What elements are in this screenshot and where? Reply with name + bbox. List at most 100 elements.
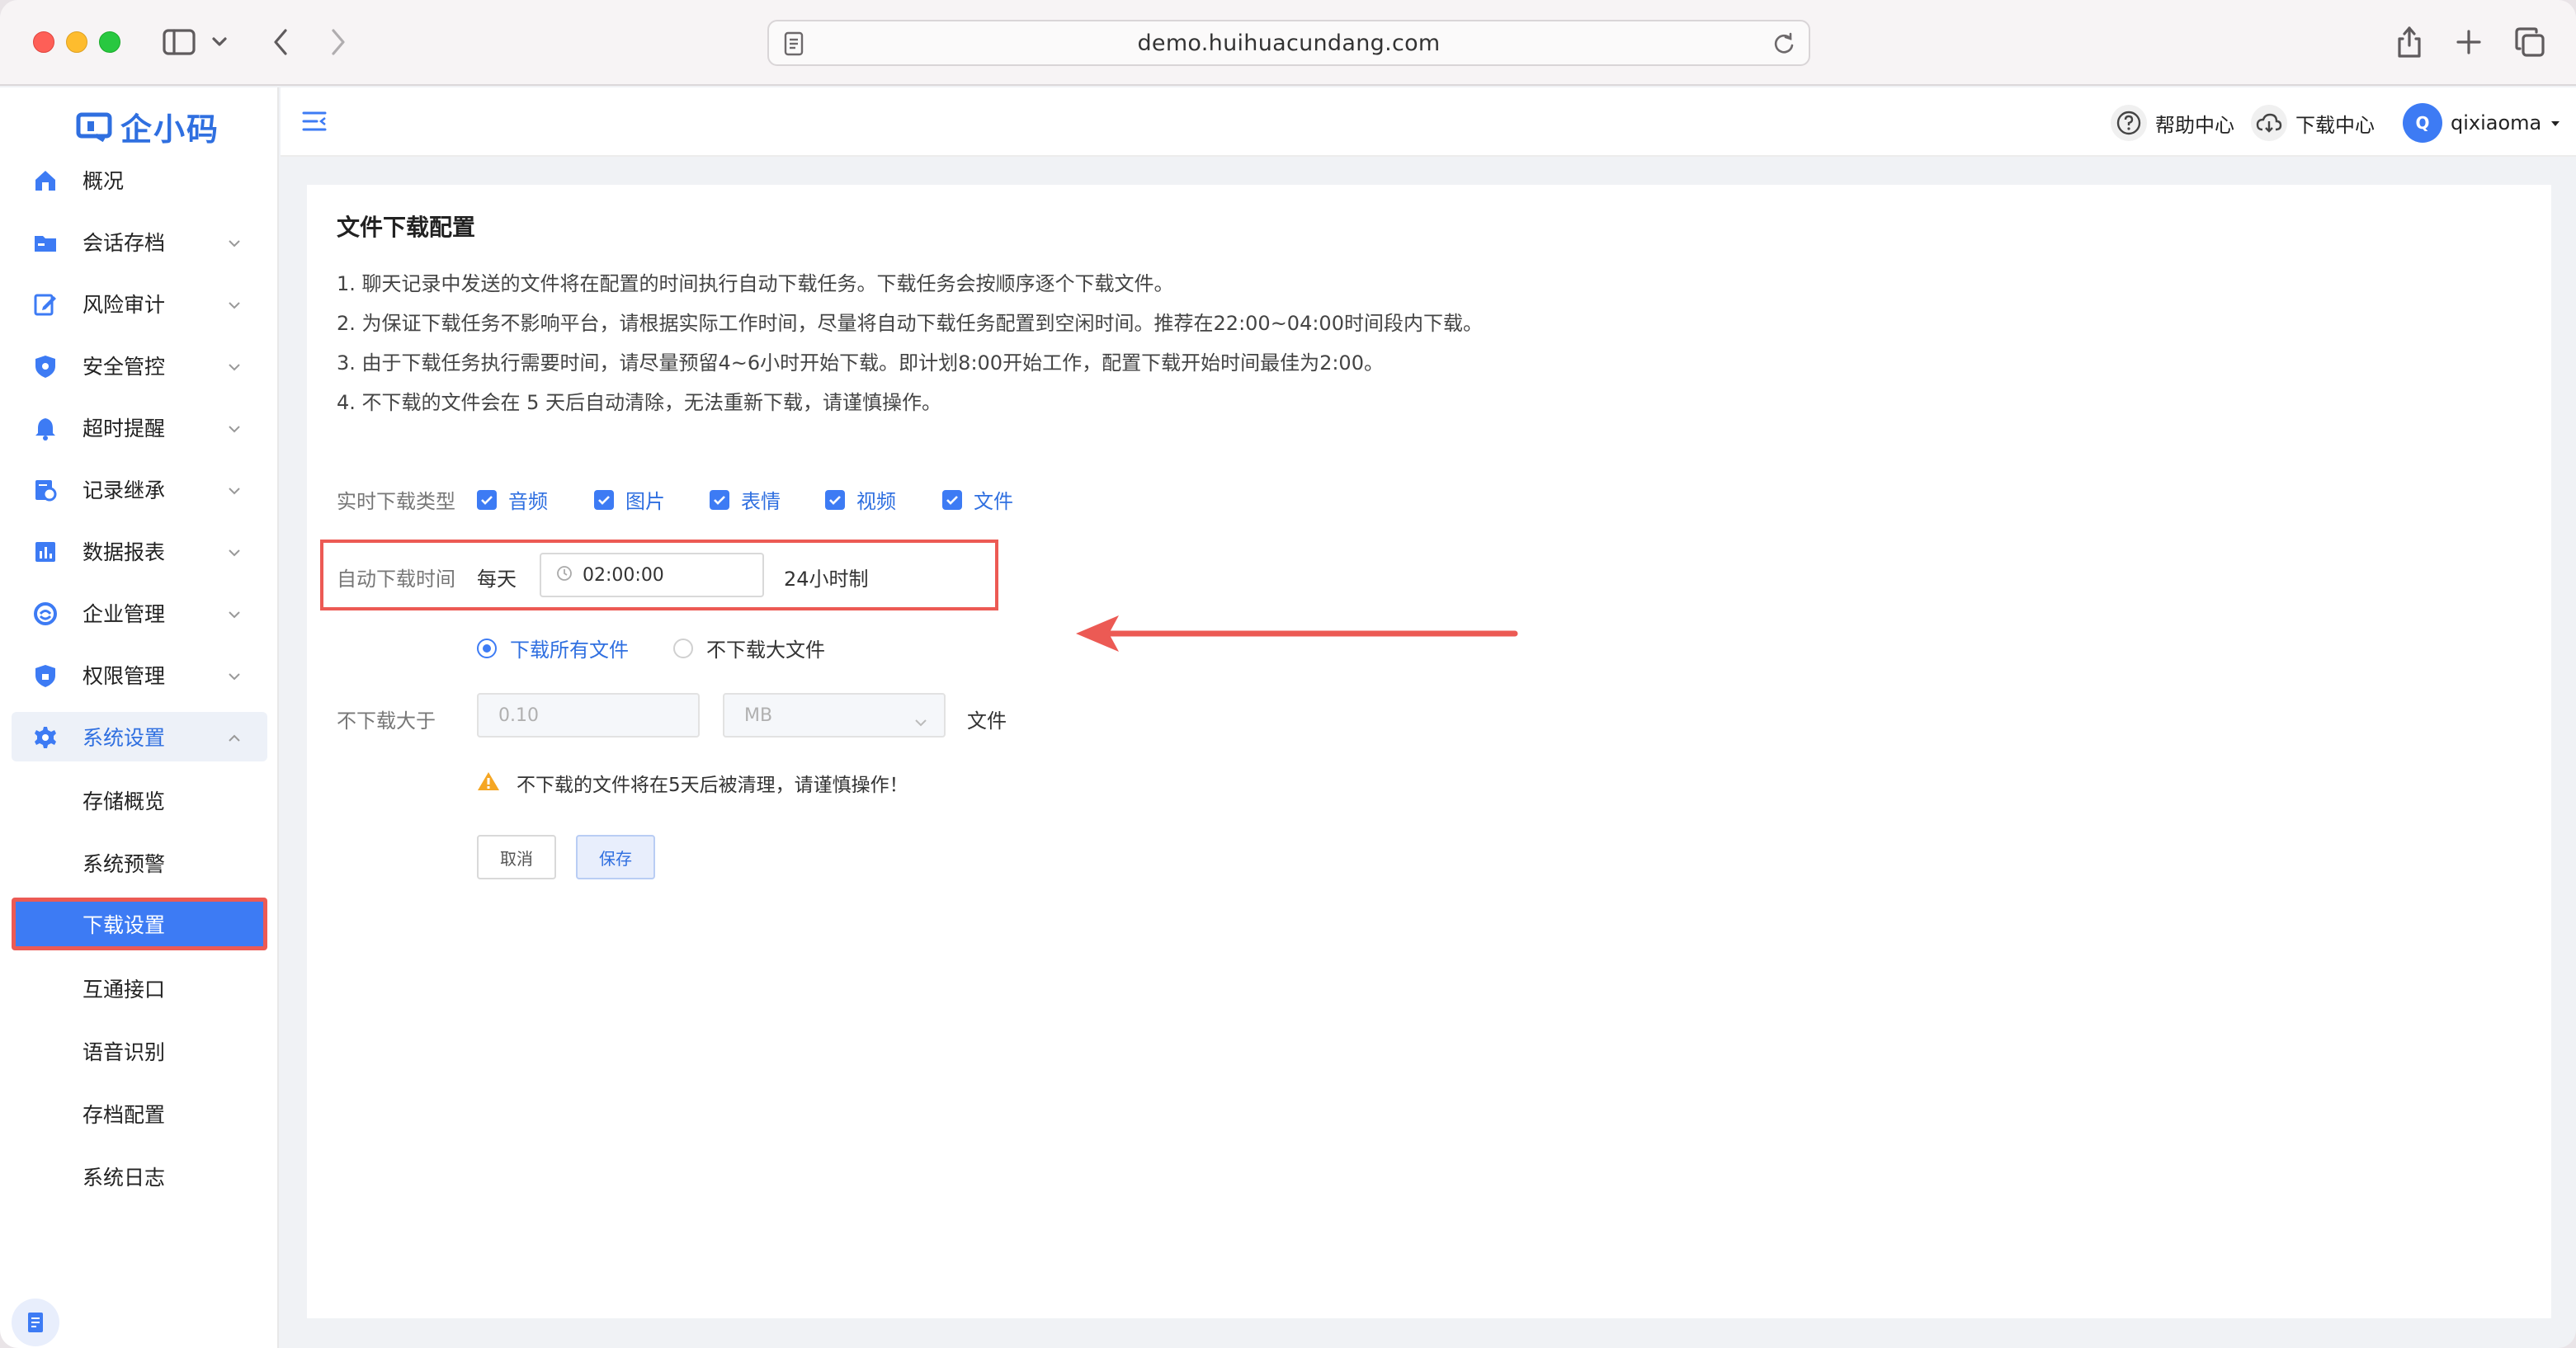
radio-download-all[interactable]: 下载所有文件 xyxy=(477,634,629,662)
sidebar-item-record-inherit[interactable]: 记录继承 xyxy=(12,464,267,514)
minimize-window-button[interactable] xyxy=(66,31,87,53)
sidebar-subitem-download-settings[interactable]: 下载设置 xyxy=(12,898,267,950)
sidebar-toggle-icon[interactable] xyxy=(160,23,198,61)
auto-download-label: 自动下载时间 xyxy=(337,568,455,591)
edit-icon xyxy=(33,292,58,317)
record-icon xyxy=(33,478,58,502)
sidebar-subitem-label: 系统日志 xyxy=(83,1166,166,1190)
sidebar-item-risk-audit[interactable]: 风险审计 xyxy=(12,279,267,328)
address-bar[interactable]: demo.huihuacundang.com xyxy=(767,20,1810,66)
brand-logo[interactable]: 企小码 xyxy=(76,104,219,149)
size-limit-label: 不下载大于 xyxy=(337,709,436,733)
help-center-label: 帮助中心 xyxy=(2155,113,2234,137)
cancel-button[interactable]: 取消 xyxy=(477,835,556,879)
new-tab-icon[interactable] xyxy=(2452,23,2485,61)
help-icon xyxy=(2111,105,2147,141)
sidebar-subitem-speech-recognition[interactable]: 语音识别 xyxy=(12,1025,267,1077)
sidebar-subitem-label: 存储概览 xyxy=(83,789,166,813)
unit-value: MB xyxy=(744,705,773,726)
sidebar-item-label: 权限管理 xyxy=(83,664,166,688)
sidebar-item-data-report[interactable]: 数据报表 xyxy=(12,526,267,576)
radio-label: 下载所有文件 xyxy=(510,639,629,662)
chevron-down-icon xyxy=(228,421,241,436)
help-center-button[interactable]: 帮助中心 xyxy=(2111,102,2234,144)
clock-icon xyxy=(556,565,573,585)
sidebar-subitem-storage-overview[interactable]: 存储概览 xyxy=(12,774,267,827)
avatar: Q xyxy=(2403,103,2442,143)
sidebar-item-label: 系统设置 xyxy=(83,726,166,750)
home-icon xyxy=(33,168,58,193)
close-window-button[interactable] xyxy=(33,31,54,53)
forward-icon[interactable] xyxy=(322,23,355,61)
time-picker-input[interactable]: 02:00:00 xyxy=(540,553,764,597)
checkbox-file[interactable]: 文件 xyxy=(942,485,1013,514)
sidebar-item-timeout-reminder[interactable]: 超时提醒 xyxy=(12,403,267,452)
warning-message: 不下载的文件将在5天后被清理，请谨慎操作！ xyxy=(477,769,908,797)
sidebar-item-security[interactable]: 安全管控 xyxy=(12,341,267,390)
sidebar-item-label: 概况 xyxy=(83,169,125,193)
radio-unselected-icon xyxy=(673,638,693,658)
frequency-text: 每天 xyxy=(477,568,517,591)
document-icon[interactable] xyxy=(12,1299,59,1346)
reload-icon[interactable] xyxy=(1772,31,1795,59)
size-unit-select[interactable]: MB xyxy=(723,693,946,738)
zoom-window-button[interactable] xyxy=(99,31,120,53)
page-icon xyxy=(784,31,804,59)
sidebar-subitem-archive-config[interactable]: 存档配置 xyxy=(12,1087,267,1140)
download-center-label: 下载中心 xyxy=(2295,113,2375,137)
chevron-down-icon xyxy=(228,297,241,313)
back-icon[interactable] xyxy=(264,23,297,61)
sidebar-item-label: 风险审计 xyxy=(83,293,166,317)
folder-icon xyxy=(33,230,58,255)
note-line: 4. 不下载的文件会在 5 天后自动清除，无法重新下载，请谨慎操作。 xyxy=(337,391,942,414)
chart-icon xyxy=(33,540,58,564)
sidebar-subitem-label: 下载设置 xyxy=(83,913,166,937)
caret-down-icon xyxy=(2550,115,2561,131)
size-limit-suffix: 文件 xyxy=(967,709,1007,733)
share-icon[interactable] xyxy=(2393,23,2426,61)
time-value: 02:00:00 xyxy=(583,564,664,586)
sidebar-subitem-interop-api[interactable]: 互通接口 xyxy=(12,962,267,1015)
sidebar-item-label: 记录继承 xyxy=(83,478,166,502)
sidebar: 企小码 概况 会话存档 风险审计 安全管控 超时提醒 记录继承 数据报表 企业管… xyxy=(0,87,279,1348)
menu-collapse-icon[interactable] xyxy=(302,111,327,135)
checkbox-image[interactable]: 图片 xyxy=(594,485,665,514)
user-menu[interactable]: Q qixiaoma xyxy=(2403,102,2561,144)
check-icon xyxy=(825,489,845,510)
sidebar-item-system-settings[interactable]: 系统设置 xyxy=(12,712,267,761)
checkbox-label: 视频 xyxy=(856,490,896,513)
sidebar-item-enterprise[interactable]: 企业管理 xyxy=(12,588,267,638)
sidebar-item-label: 超时提醒 xyxy=(83,417,166,441)
tab-overview-icon[interactable] xyxy=(2512,23,2548,61)
sidebar-item-permissions[interactable]: 权限管理 xyxy=(12,650,267,700)
chevron-down-icon xyxy=(914,711,927,732)
sidebar-item-chat-archive[interactable]: 会话存档 xyxy=(12,217,267,266)
sidebar-subitem-label: 系统预警 xyxy=(83,852,166,876)
check-icon xyxy=(942,489,962,510)
sync-icon xyxy=(33,601,58,626)
radio-skip-large[interactable]: 不下载大文件 xyxy=(673,634,825,662)
sidebar-item-label: 安全管控 xyxy=(83,355,166,379)
radio-label: 不下载大文件 xyxy=(706,639,825,662)
browser-window: demo.huihuacundang.com 企小码 概况 会话存档 风险审计 … xyxy=(0,0,2576,1348)
checkbox-video[interactable]: 视频 xyxy=(825,485,896,514)
sidebar-subitem-system-log[interactable]: 系统日志 xyxy=(12,1150,267,1203)
sidebar-item-label: 企业管理 xyxy=(83,602,166,626)
checkbox-sticker[interactable]: 表情 xyxy=(710,485,781,514)
size-limit-input[interactable]: 0.10 xyxy=(477,693,700,738)
app-header: 帮助中心 下载中心 Q qixiaoma xyxy=(281,87,2576,157)
checkbox-label: 文件 xyxy=(974,490,1013,513)
sidebar-item-overview[interactable]: 概况 xyxy=(12,155,267,205)
check-icon xyxy=(477,489,497,510)
checkbox-audio[interactable]: 音频 xyxy=(477,485,548,514)
save-button[interactable]: 保存 xyxy=(576,835,655,879)
annotation-arrow-icon xyxy=(1076,615,1518,652)
sidebar-subitem-system-alert[interactable]: 系统预警 xyxy=(12,837,267,889)
download-config-card: 文件下载配置 1. 聊天记录中发送的文件将在配置的时间执行自动下载任务。下载任务… xyxy=(307,185,2551,1318)
browser-toolbar: demo.huihuacundang.com xyxy=(0,0,2576,86)
lock-shield-icon xyxy=(33,663,58,688)
username: qixiaoma xyxy=(2451,111,2542,134)
download-center-button[interactable]: 下载中心 xyxy=(2251,102,2375,144)
gear-icon xyxy=(33,725,58,750)
chevron-down-icon[interactable] xyxy=(210,23,229,61)
